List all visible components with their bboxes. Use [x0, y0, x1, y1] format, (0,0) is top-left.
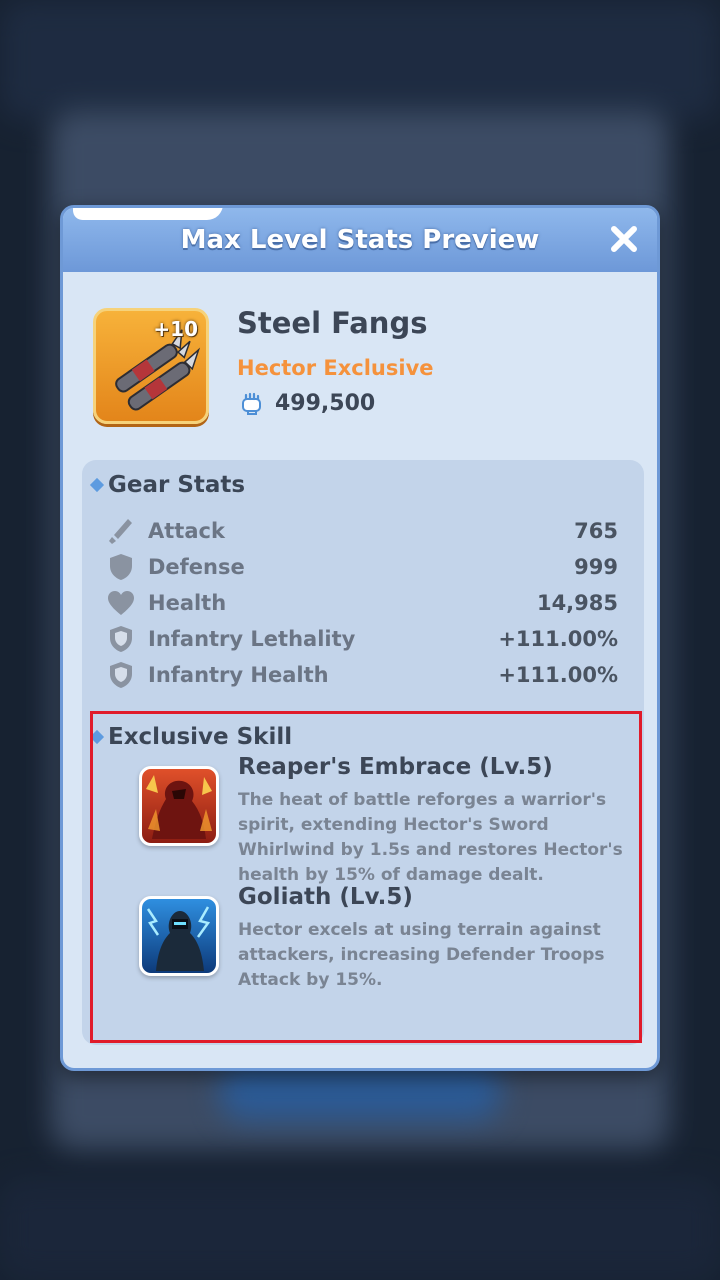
stat-value: +111.00% [498, 627, 618, 651]
badge-shield-icon [106, 624, 136, 654]
gear-stats-heading-text: Gear Stats [108, 472, 246, 498]
stat-label: Defense [148, 555, 245, 579]
stat-value: +111.00% [498, 663, 618, 687]
badge-shield-icon [106, 660, 136, 690]
stat-label: Infantry Health [148, 663, 329, 687]
stat-row-infantry-health: Infantry Health +111.00% [106, 658, 618, 692]
gear-stats-heading: Gear Stats [89, 472, 246, 498]
shield-icon [106, 552, 136, 582]
stat-row-infantry-lethality: Infantry Lethality +111.00% [106, 622, 618, 656]
item-level-badge: +10 [153, 317, 198, 341]
sword-icon [106, 516, 136, 546]
stat-value: 999 [574, 555, 618, 579]
stat-value: 14,985 [536, 591, 618, 615]
item-exclusive-label: Hector Exclusive [237, 356, 434, 380]
modal-header: Max Level Stats Preview [63, 208, 657, 272]
fist-icon [242, 392, 261, 415]
item-icon: +10 [93, 308, 209, 424]
stat-value: 765 [574, 519, 618, 543]
stat-label: Infantry Lethality [148, 627, 356, 651]
modal-title: Max Level Stats Preview [180, 225, 540, 255]
close-x-icon [611, 226, 637, 252]
stat-row-health: Health 14,985 [106, 586, 618, 620]
diamond-bullet-icon [89, 477, 105, 493]
close-button[interactable] [607, 222, 641, 256]
snow-decoration [73, 208, 223, 220]
heart-icon [106, 588, 136, 618]
power-value: 499,500 [275, 390, 376, 416]
stat-row-attack: Attack 765 [106, 514, 618, 548]
item-name: Steel Fangs [237, 306, 428, 340]
stats-preview-modal: Max Level Stats Preview +10 Steel Fangs … [60, 205, 660, 1071]
stat-label: Health [148, 591, 227, 615]
highlight-box [90, 711, 642, 1043]
stat-row-defense: Defense 999 [106, 550, 618, 584]
power-row: 499,500 [239, 390, 375, 416]
stat-label: Attack [148, 519, 225, 543]
